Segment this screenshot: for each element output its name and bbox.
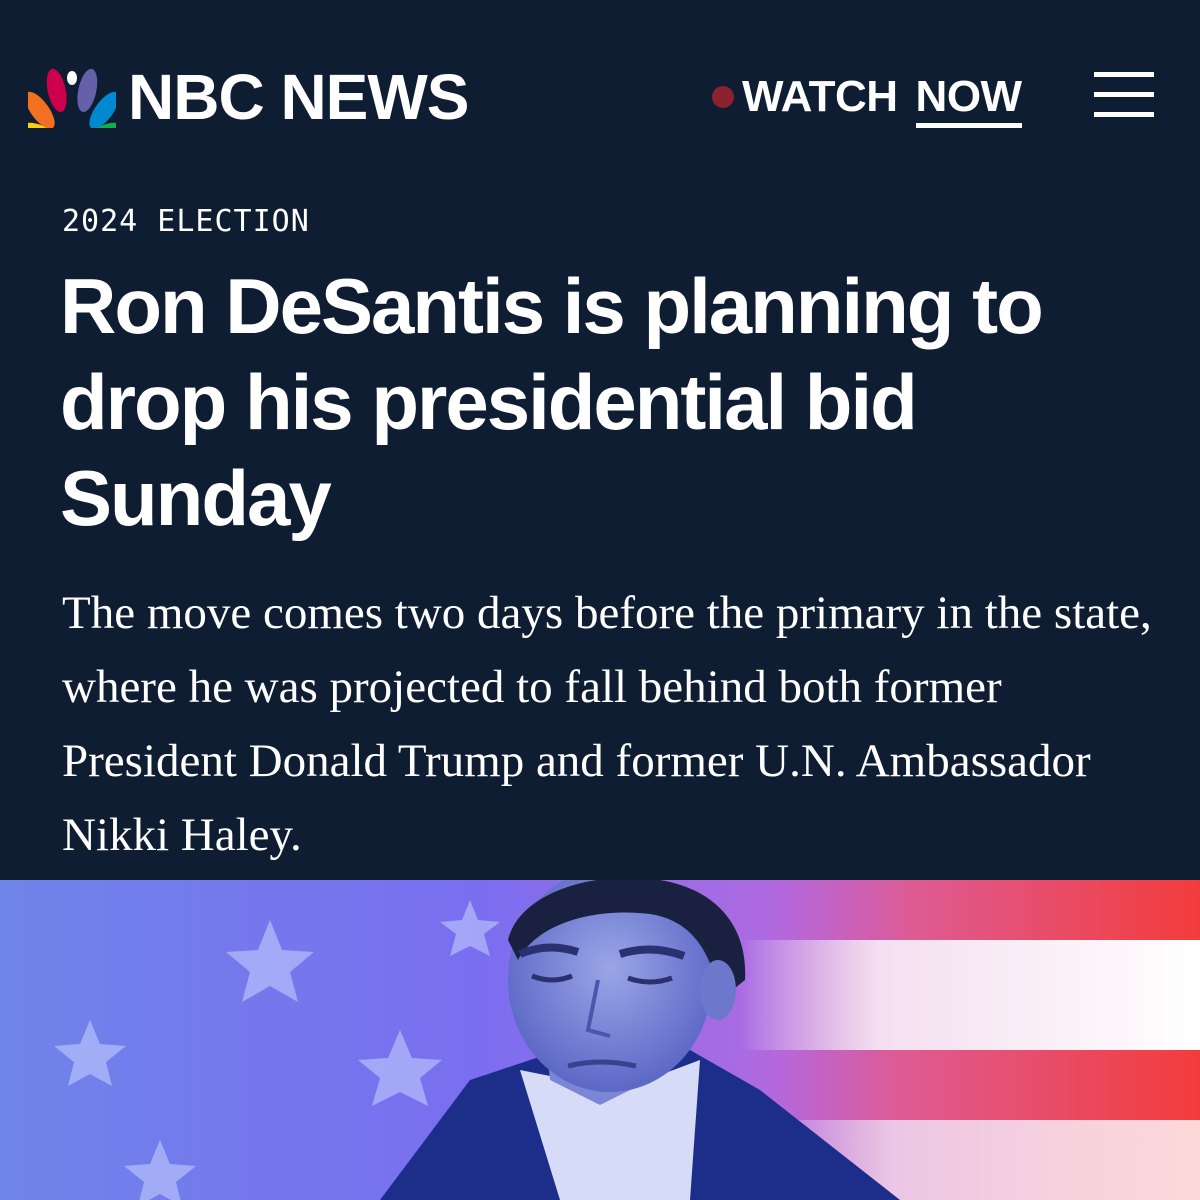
menu-bar — [1094, 92, 1154, 97]
now-label: NOW — [915, 72, 1022, 128]
hamburger-menu-icon[interactable] — [1094, 72, 1154, 118]
article-dek: The move comes two days before the prima… — [62, 587, 1152, 861]
nbc-news-logo[interactable]: NBC NEWS — [28, 61, 469, 133]
menu-bar — [1094, 72, 1154, 77]
article-headline: Ron DeSantis is planning to drop his pre… — [60, 262, 1044, 542]
category-label[interactable]: 2024 ELECTION — [62, 204, 310, 239]
article-page: NBC NEWS WATCH NOW 2024 ELECTION Ron DeS… — [0, 0, 1200, 1200]
watch-label: WATCH — [742, 72, 898, 121]
watch-now-link[interactable]: WATCH NOW — [712, 70, 1022, 128]
site-header: NBC NEWS WATCH NOW — [0, 0, 1200, 190]
brand-name: NBC NEWS — [128, 61, 469, 133]
nbc-peacock-icon — [28, 68, 116, 128]
menu-bar — [1094, 112, 1154, 117]
hero-photo — [0, 880, 1200, 1200]
live-dot-icon — [712, 86, 734, 108]
hero-photo-illustration — [54, 880, 1200, 1200]
